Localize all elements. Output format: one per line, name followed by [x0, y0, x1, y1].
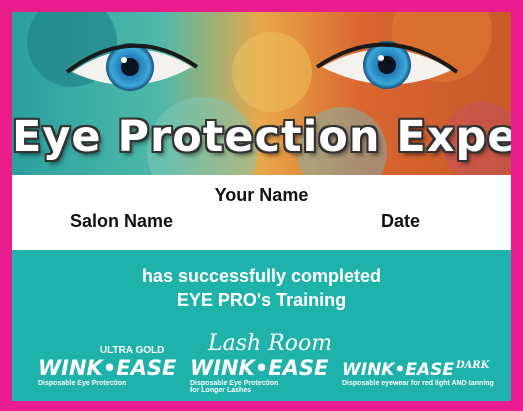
lash-room-subtitle-1: Disposable Eye Protection [190, 380, 279, 387]
lash-room-brand: WINK•EASE [190, 356, 329, 380]
completion-section: has successfully completed EYE PRO's Tra… [12, 250, 511, 401]
ultra-gold-tagline: ULTRA GOLD [99, 345, 165, 356]
hero-image: Eye Protection Expert [12, 12, 511, 175]
salon-name: Salon Name [70, 211, 174, 231]
recipient-name: Your Name [214, 185, 309, 205]
dark-brand-row: WINK•EASE DARK [342, 360, 494, 380]
dark-wink-ease-logo: WINK•EASE DARK Disposable eyewear for red… [342, 360, 494, 387]
ultra-gold-subtitle: Disposable Eye Protection [38, 380, 127, 387]
certificate-date: Date [381, 211, 421, 231]
lash-room-wink-ease-logo: Lash Room WINK•EASE Disposable Eye Prote… [190, 331, 333, 395]
certificate-title: Eye Protection Expert [12, 112, 511, 162]
completion-statement: has successfully completed EYE PRO's Tra… [12, 264, 511, 312]
certificate: Eye Protection Expert Your Name Salon Na… [0, 0, 523, 411]
completion-line-2: EYE PRO's Training [176, 290, 347, 310]
recipient-section: Your Name Salon Name Date [12, 175, 511, 250]
ultra-gold-wink-ease-logo: ULTRA GOLD WINK•EASE Disposable Eye Prot… [38, 345, 176, 387]
dark-subtitle: Disposable eyewear for red light AND tan… [342, 380, 494, 387]
lash-room-script: Lash Room [208, 331, 333, 356]
dark-variant: DARK [455, 360, 490, 371]
dark-brand: WINK•EASE [342, 360, 454, 380]
lash-room-subtitle-2: for Longer Lashes [190, 387, 252, 394]
completion-line-1: has successfully completed [141, 266, 382, 286]
ultra-gold-brand: WINK•EASE [38, 356, 177, 380]
